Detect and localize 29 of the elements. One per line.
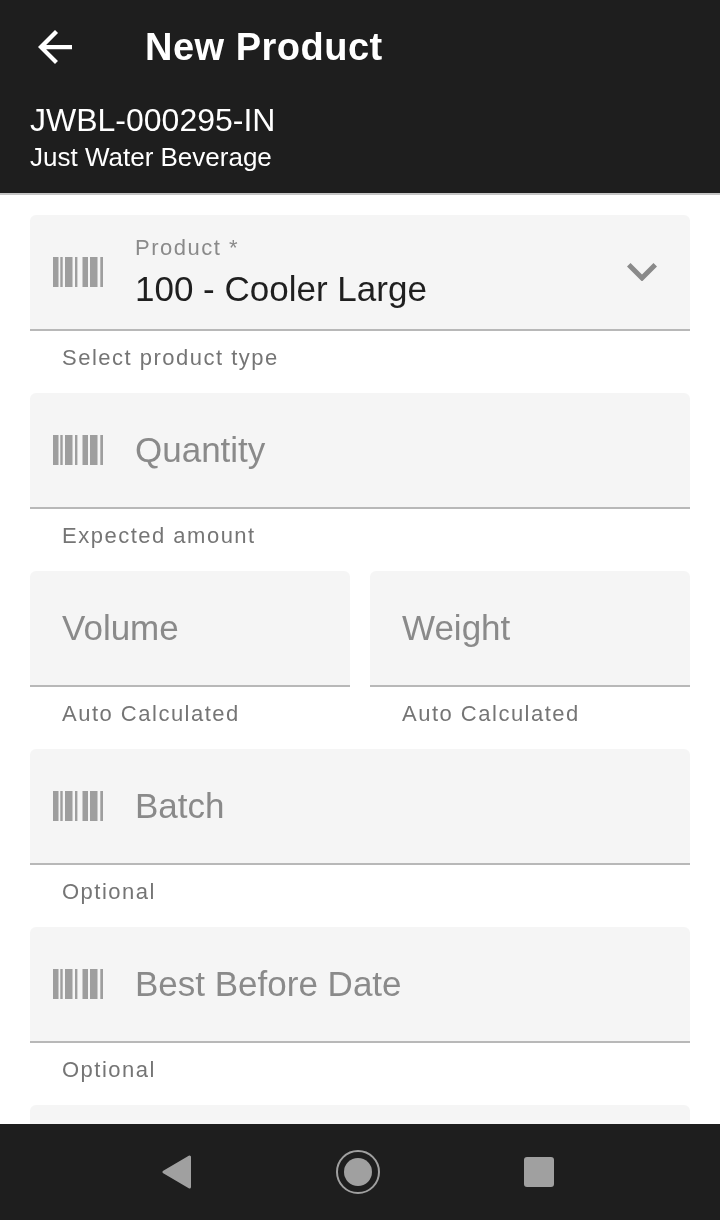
dropdown-field[interactable]: Product * 100 - Cooler Large <box>30 215 690 331</box>
barcode-icon[interactable] <box>53 969 103 999</box>
input-field[interactable]: Batch <box>30 749 690 865</box>
barcode-icon[interactable] <box>53 791 103 821</box>
customer-name: Just Water Beverage <box>30 141 272 174</box>
screen-title: New Product <box>145 24 383 69</box>
text-input[interactable]: Best Before Date <box>135 927 657 1041</box>
helper-text: Auto Calculated <box>62 701 240 727</box>
chevron-down-icon[interactable] <box>627 262 657 282</box>
helper-text: Expected amount <box>62 523 256 549</box>
helper-text: Optional <box>62 1057 156 1083</box>
helper-text: Optional <box>62 879 156 905</box>
input-field[interactable]: Weight <box>370 571 690 687</box>
input-field[interactable]: Best Before Date <box>30 927 690 1043</box>
text-input[interactable]: Batch <box>135 749 657 863</box>
input-field[interactable]: Quantity <box>30 393 690 509</box>
text-input[interactable]: Weight <box>402 571 657 685</box>
helper-text: Select product type <box>62 345 279 371</box>
back-arrow-icon[interactable] <box>38 29 72 64</box>
input-field[interactable] <box>30 1105 690 1124</box>
barcode-icon[interactable] <box>53 257 103 287</box>
home-icon[interactable] <box>336 1150 380 1194</box>
input-field[interactable]: Volume <box>30 571 350 687</box>
helper-text: Auto Calculated <box>402 701 580 727</box>
text-input[interactable]: Volume <box>62 571 317 685</box>
back-icon[interactable] <box>162 1155 192 1189</box>
reference-code: JWBL-000295-IN <box>30 101 276 139</box>
text-input[interactable]: Quantity <box>135 393 657 507</box>
barcode-icon[interactable] <box>53 435 103 465</box>
